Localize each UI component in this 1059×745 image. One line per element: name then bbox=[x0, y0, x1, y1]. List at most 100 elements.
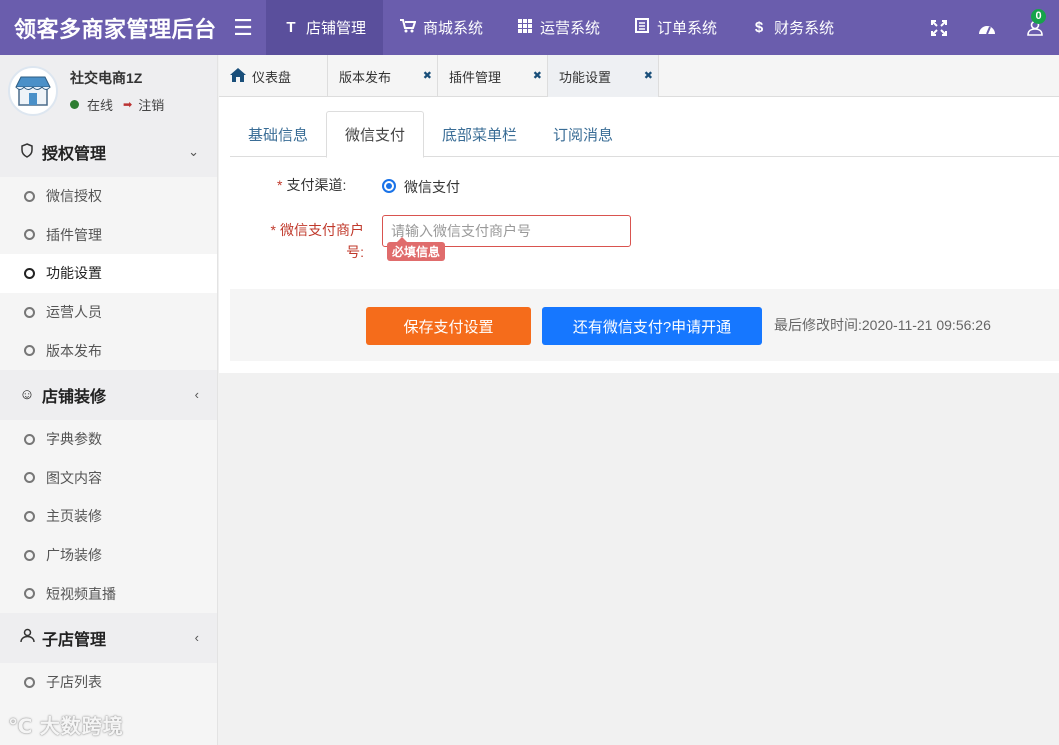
sidebar-item-label: 广场装修 bbox=[46, 547, 102, 564]
group-label: 子店管理 bbox=[42, 631, 107, 649]
user-panel: 社交电商1Z 在线 ➡ 注销 bbox=[0, 55, 217, 127]
dollar-icon: $ bbox=[754, 19, 764, 36]
sidebar-item-substore-list[interactable]: 子店列表 bbox=[0, 663, 217, 702]
store-avatar bbox=[8, 66, 58, 116]
circle-icon bbox=[24, 510, 35, 522]
nav-label: 店铺管理 bbox=[306, 20, 367, 37]
logout-link[interactable]: 注销 bbox=[138, 95, 164, 114]
subtab-bottom-menu[interactable]: 底部菜单栏 bbox=[424, 111, 535, 157]
close-icon[interactable]: ✖ bbox=[533, 69, 542, 82]
sidebar-item-feature-settings[interactable]: 功能设置 bbox=[0, 254, 217, 293]
app-title: 领客多商家管理后台 bbox=[14, 16, 217, 42]
last-modified-value: 2020-11-21 09:56:26 bbox=[861, 317, 991, 333]
online-dot-icon bbox=[70, 100, 79, 109]
watermark: ℃ 大数跨境 bbox=[8, 710, 124, 739]
sidebar-item-label: 短视频直播 bbox=[46, 585, 116, 602]
sidebar-group-store-decoration[interactable]: ☺ 店铺装修 ‹ bbox=[0, 369, 217, 420]
fullscreen-icon[interactable] bbox=[915, 0, 963, 55]
label-text: 微信支付商户号: bbox=[280, 222, 364, 260]
user-notification-icon[interactable]: 0 bbox=[1011, 0, 1059, 55]
nav-label: 商城系统 bbox=[423, 20, 484, 37]
sidebar-item-plugin-management[interactable]: 插件管理 bbox=[0, 216, 217, 255]
close-icon[interactable]: ✖ bbox=[423, 69, 432, 82]
shield-icon bbox=[18, 142, 36, 162]
subtab-subscription-messages[interactable]: 订阅消息 bbox=[535, 111, 631, 157]
chevron-left-icon: ‹ bbox=[194, 387, 199, 403]
sidebar-item-dictionary-params[interactable]: 字典参数 bbox=[0, 420, 217, 459]
tab-feature-settings[interactable]: 功能设置 ✖ bbox=[548, 55, 659, 97]
wechat-pay-radio[interactable] bbox=[382, 179, 396, 193]
circle-icon bbox=[24, 433, 35, 445]
required-mark: * bbox=[270, 222, 276, 238]
tab-dashboard[interactable]: 仪表盘 bbox=[219, 55, 328, 97]
required-tooltip: 必填信息 bbox=[387, 237, 446, 261]
sidebar-item-short-video-live[interactable]: 短视频直播 bbox=[0, 574, 217, 613]
chevron-left-icon: ‹ bbox=[194, 630, 199, 646]
settings-subtabs: 基础信息 微信支付 底部菜单栏 订阅消息 bbox=[230, 111, 1059, 158]
sidebar-item-version-release[interactable]: 版本发布 bbox=[0, 331, 217, 370]
watermark-text: 大数跨境 bbox=[39, 716, 124, 738]
wechat-pay-radio-label[interactable]: 微信支付 bbox=[404, 177, 460, 197]
payment-channel-label: * 支付渠道: bbox=[277, 175, 346, 195]
circle-icon bbox=[24, 588, 35, 600]
required-mark: * bbox=[277, 177, 283, 193]
sidebar-item-label: 子店列表 bbox=[46, 674, 102, 691]
nav-label: 订单系统 bbox=[657, 20, 718, 37]
sidebar: 社交电商1Z 在线 ➡ 注销 授权管理 ⌄ 微信授权 插件管理 功能设置 运营人… bbox=[0, 55, 218, 745]
sidebar-group-authorization[interactable]: 授权管理 ⌄ bbox=[0, 127, 217, 177]
sidebar-item-rich-content[interactable]: 图文内容 bbox=[0, 459, 217, 498]
save-payment-settings-button[interactable]: 保存支付设置 bbox=[366, 307, 531, 345]
circle-icon bbox=[24, 472, 35, 484]
nav-label: 运营系统 bbox=[540, 20, 601, 37]
label-text: 支付渠道: bbox=[286, 177, 347, 193]
tab-label: 仪表盘 bbox=[252, 69, 292, 85]
nav-mall-system[interactable]: 商城系统 bbox=[383, 0, 500, 55]
merchant-id-label: * 微信支付商户号: bbox=[259, 219, 364, 263]
sidebar-item-operators[interactable]: 运营人员 bbox=[0, 293, 217, 332]
tab-plugin-management[interactable]: 插件管理 ✖ bbox=[438, 55, 548, 97]
menu-toggle-icon[interactable]: ☰ bbox=[220, 0, 266, 55]
nav-order-system[interactable]: 订单系统 bbox=[617, 0, 734, 55]
last-modified-label: 最后修改时间: bbox=[774, 317, 862, 333]
nav-finance-system[interactable]: $ 财务系统 bbox=[734, 0, 851, 55]
circle-icon bbox=[24, 306, 35, 318]
close-icon[interactable]: ✖ bbox=[644, 69, 653, 82]
sidebar-item-homepage-decoration[interactable]: 主页装修 bbox=[0, 497, 217, 536]
nav-store-management[interactable]: T 店铺管理 bbox=[266, 0, 384, 55]
circle-icon bbox=[24, 345, 35, 357]
list-icon bbox=[634, 18, 650, 37]
user-name: 社交电商1Z bbox=[70, 70, 143, 86]
circle-icon bbox=[24, 229, 35, 241]
top-bar: 领客多商家管理后台 ☰ T 店铺管理 商城系统 运营系统 订单系统 $ 财务系统… bbox=[0, 0, 1059, 55]
tab-version-release[interactable]: 版本发布 ✖ bbox=[328, 55, 438, 97]
user-icon bbox=[18, 628, 36, 647]
sidebar-group-substore-management[interactable]: 子店管理 ‹ bbox=[0, 612, 217, 663]
apply-wechat-pay-button[interactable]: 还有微信支付?申请开通 bbox=[542, 307, 762, 345]
circle-icon bbox=[24, 267, 35, 279]
page-tabs: 仪表盘 版本发布 ✖ 插件管理 ✖ 功能设置 ✖ bbox=[219, 55, 1059, 97]
nav-operation-system[interactable]: 运营系统 bbox=[500, 0, 617, 55]
sidebar-item-label: 功能设置 bbox=[46, 265, 102, 282]
sidebar-item-wechat-auth[interactable]: 微信授权 bbox=[0, 177, 217, 216]
last-modified: 最后修改时间:2020-11-21 09:56:26 bbox=[774, 315, 991, 335]
tab-label: 版本发布 bbox=[339, 69, 392, 85]
form-actions-bar: 保存支付设置 还有微信支付?申请开通 最后修改时间:2020-11-21 09:… bbox=[230, 289, 1059, 361]
circle-icon bbox=[24, 549, 35, 561]
logout-icon[interactable]: ➡ bbox=[123, 98, 132, 111]
subtab-wechat-pay[interactable]: 微信支付 bbox=[326, 111, 425, 158]
top-nav: T 店铺管理 商城系统 运营系统 订单系统 $ 财务系统 bbox=[266, 0, 851, 55]
main-content: 基础信息 微信支付 底部菜单栏 订阅消息 * 支付渠道: 微信支付 * 微信支付商户… bbox=[219, 97, 1059, 373]
cart-icon bbox=[400, 18, 417, 37]
dashboard-gauge-icon[interactable] bbox=[963, 0, 1011, 55]
circle-icon bbox=[24, 190, 35, 202]
sidebar-item-label: 字典参数 bbox=[46, 431, 102, 448]
top-right-tools: 0 bbox=[915, 0, 1059, 55]
subtab-basic-info[interactable]: 基础信息 bbox=[230, 111, 326, 157]
sidebar-item-label: 主页装修 bbox=[46, 508, 102, 525]
notification-count-badge: 0 bbox=[1031, 9, 1046, 24]
sidebar-item-label: 图文内容 bbox=[46, 469, 102, 486]
chevron-down-icon: ⌄ bbox=[188, 144, 199, 159]
sidebar-item-plaza-decoration[interactable]: 广场装修 bbox=[0, 536, 217, 575]
tab-label: 功能设置 bbox=[559, 69, 612, 85]
group-label: 店铺装修 bbox=[42, 388, 107, 406]
